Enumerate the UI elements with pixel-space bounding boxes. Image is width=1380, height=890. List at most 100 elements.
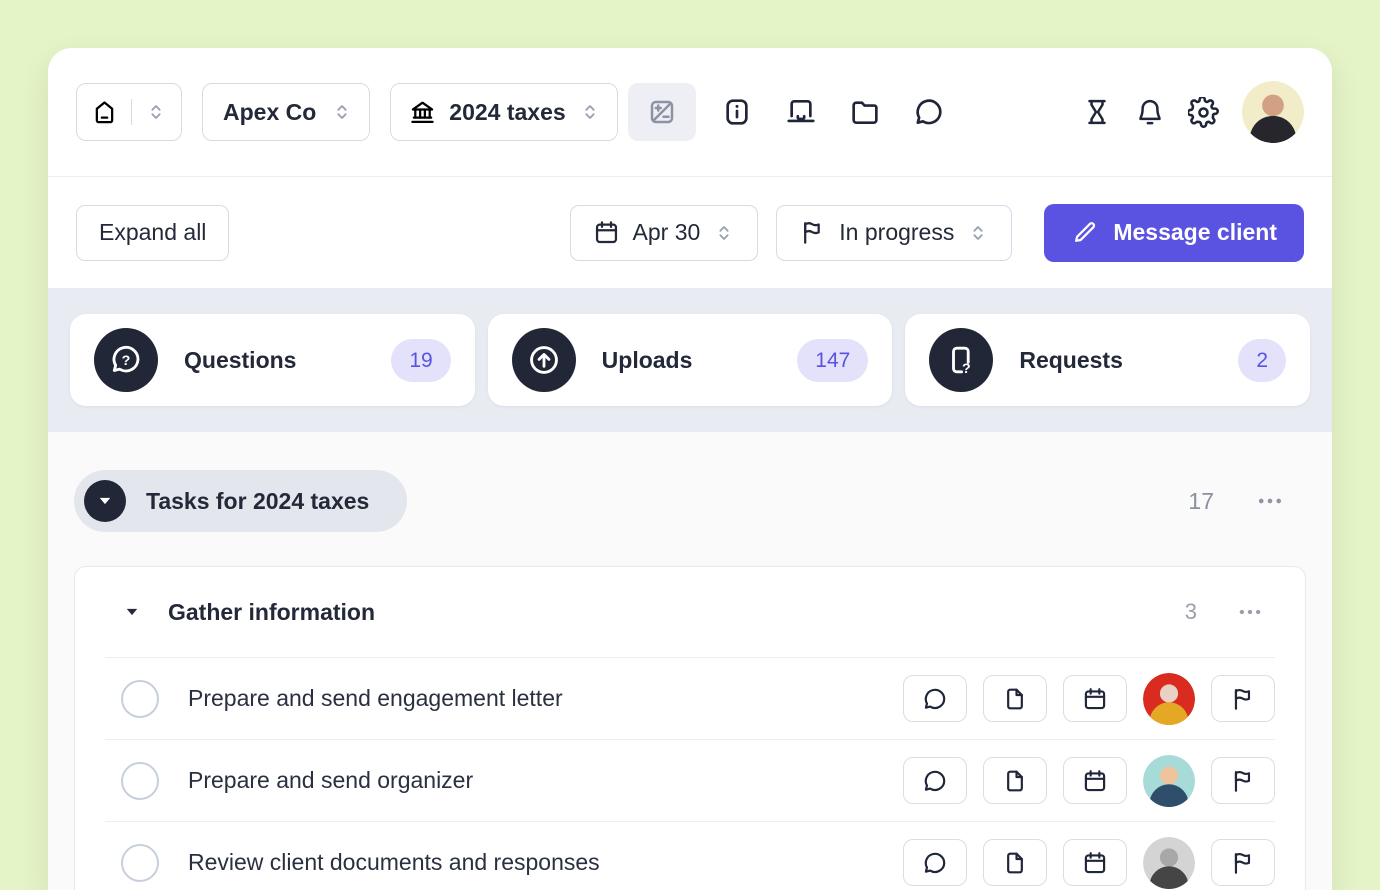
task-actions — [903, 755, 1275, 807]
hourglass-icon — [1082, 97, 1112, 127]
task-file-button[interactable] — [983, 839, 1047, 886]
task-group-card: Gather information 3 Prepare and send en… — [74, 566, 1306, 890]
expand-all-button[interactable]: Expand all — [76, 205, 229, 261]
stats-band: Questions 19 Uploads 147 Requests 2 — [48, 288, 1332, 432]
triangle-down-icon — [121, 601, 143, 623]
laptop-icon — [785, 96, 817, 128]
group-collapse-button[interactable] — [121, 601, 143, 623]
task-date-button[interactable] — [1063, 675, 1127, 722]
task-comment-button[interactable] — [903, 675, 967, 722]
task-file-button[interactable] — [983, 757, 1047, 804]
task-checkbox[interactable] — [121, 762, 159, 800]
questions-count-badge: 19 — [391, 339, 450, 382]
pencil-icon — [1071, 219, 1098, 246]
app-window: Apex Co 2024 taxes Expand all — [48, 48, 1332, 890]
workspace-selector[interactable]: Apex Co — [202, 83, 370, 141]
requests-count-badge: 2 — [1238, 339, 1286, 382]
calculator-tool-button[interactable] — [628, 83, 696, 141]
questions-label: Questions — [184, 347, 296, 374]
task-date-button[interactable] — [1063, 839, 1127, 886]
settings-button[interactable] — [1188, 97, 1219, 128]
chevron-updown-icon — [713, 222, 735, 244]
task-group-meta: 3 — [1185, 599, 1275, 625]
chevron-updown-icon — [331, 101, 353, 123]
message-client-button[interactable]: Message client — [1044, 204, 1304, 262]
chat-bubble-icon — [913, 96, 945, 128]
task-row: Review client documents and responses — [105, 821, 1275, 890]
file-icon — [1002, 686, 1028, 712]
tasks-section-meta: 17 — [1188, 487, 1306, 515]
assignee-avatar[interactable] — [1143, 837, 1195, 889]
task-title: Prepare and send engagement letter — [188, 685, 563, 712]
status-value: In progress — [839, 219, 954, 246]
status-selector[interactable]: In progress — [776, 205, 1012, 261]
message-client-label: Message client — [1113, 219, 1277, 246]
uploads-label: Uploads — [602, 347, 693, 374]
requests-label: Requests — [1019, 347, 1123, 374]
ellipsis-icon — [1256, 487, 1284, 515]
home-icon — [91, 99, 118, 126]
due-date-selector[interactable]: Apr 30 — [570, 205, 759, 261]
home-nav-button[interactable] — [76, 83, 182, 141]
task-row: Prepare and send organizer — [105, 739, 1275, 821]
files-button[interactable] — [849, 96, 881, 128]
info-button[interactable] — [721, 96, 753, 128]
assignee-avatar[interactable] — [1143, 673, 1195, 725]
uploads-count-badge: 147 — [797, 339, 868, 382]
task-file-button[interactable] — [983, 675, 1047, 722]
workspace-label: Apex Co — [223, 99, 316, 126]
timer-button[interactable] — [1082, 97, 1112, 127]
top-toolbar: Apex Co 2024 taxes — [48, 48, 1332, 177]
task-checkbox[interactable] — [121, 680, 159, 718]
flag-icon — [1230, 850, 1256, 876]
task-flag-button[interactable] — [1211, 757, 1275, 804]
task-group-header: Gather information 3 — [105, 567, 1275, 657]
task-flag-button[interactable] — [1211, 675, 1275, 722]
messages-button[interactable] — [913, 96, 945, 128]
requests-card[interactable]: Requests 2 — [905, 314, 1310, 406]
task-date-button[interactable] — [1063, 757, 1127, 804]
laptop-button[interactable] — [785, 96, 817, 128]
task-checkbox[interactable] — [121, 844, 159, 882]
flag-icon — [799, 219, 826, 246]
engagement-selector[interactable]: 2024 taxes — [390, 83, 617, 141]
ellipsis-icon — [1237, 599, 1263, 625]
topbar-right-group — [1082, 81, 1304, 143]
gear-icon — [1188, 97, 1219, 128]
calculator-icon — [647, 97, 677, 127]
folder-icon — [849, 96, 881, 128]
tasks-section-menu-button[interactable] — [1256, 487, 1284, 515]
collapse-triangle-icon — [84, 480, 126, 522]
due-date-value: Apr 30 — [633, 219, 701, 246]
flag-icon — [1230, 686, 1256, 712]
task-row: Prepare and send engagement letter — [105, 657, 1275, 739]
tasks-section-title: Tasks for 2024 taxes — [146, 488, 369, 515]
chat-bubble-icon — [922, 686, 948, 712]
task-actions — [903, 837, 1275, 889]
uploads-card[interactable]: Uploads 147 — [488, 314, 893, 406]
notifications-button[interactable] — [1135, 97, 1165, 127]
chevron-updown-icon — [967, 222, 989, 244]
bank-icon — [409, 99, 436, 126]
task-title: Review client documents and responses — [188, 849, 600, 876]
file-icon — [1002, 850, 1028, 876]
task-comment-button[interactable] — [903, 839, 967, 886]
user-avatar[interactable] — [1242, 81, 1304, 143]
upload-icon — [512, 328, 576, 392]
task-comment-button[interactable] — [903, 757, 967, 804]
assignee-avatar[interactable] — [1143, 755, 1195, 807]
task-flag-button[interactable] — [1211, 839, 1275, 886]
tool-icon-group — [721, 96, 945, 128]
expand-all-label: Expand all — [99, 219, 206, 246]
calendar-icon — [1082, 850, 1108, 876]
chat-question-icon — [94, 328, 158, 392]
engagement-label: 2024 taxes — [449, 99, 565, 126]
task-group-title: Gather information — [168, 599, 375, 626]
tasks-section-header: Tasks for 2024 taxes 17 — [74, 470, 1306, 532]
calendar-icon — [593, 219, 620, 246]
tasks-section-toggle[interactable]: Tasks for 2024 taxes — [74, 470, 407, 532]
questions-card[interactable]: Questions 19 — [70, 314, 475, 406]
chevron-updown-icon — [145, 101, 167, 123]
task-actions — [903, 673, 1275, 725]
task-group-menu-button[interactable] — [1237, 599, 1263, 625]
